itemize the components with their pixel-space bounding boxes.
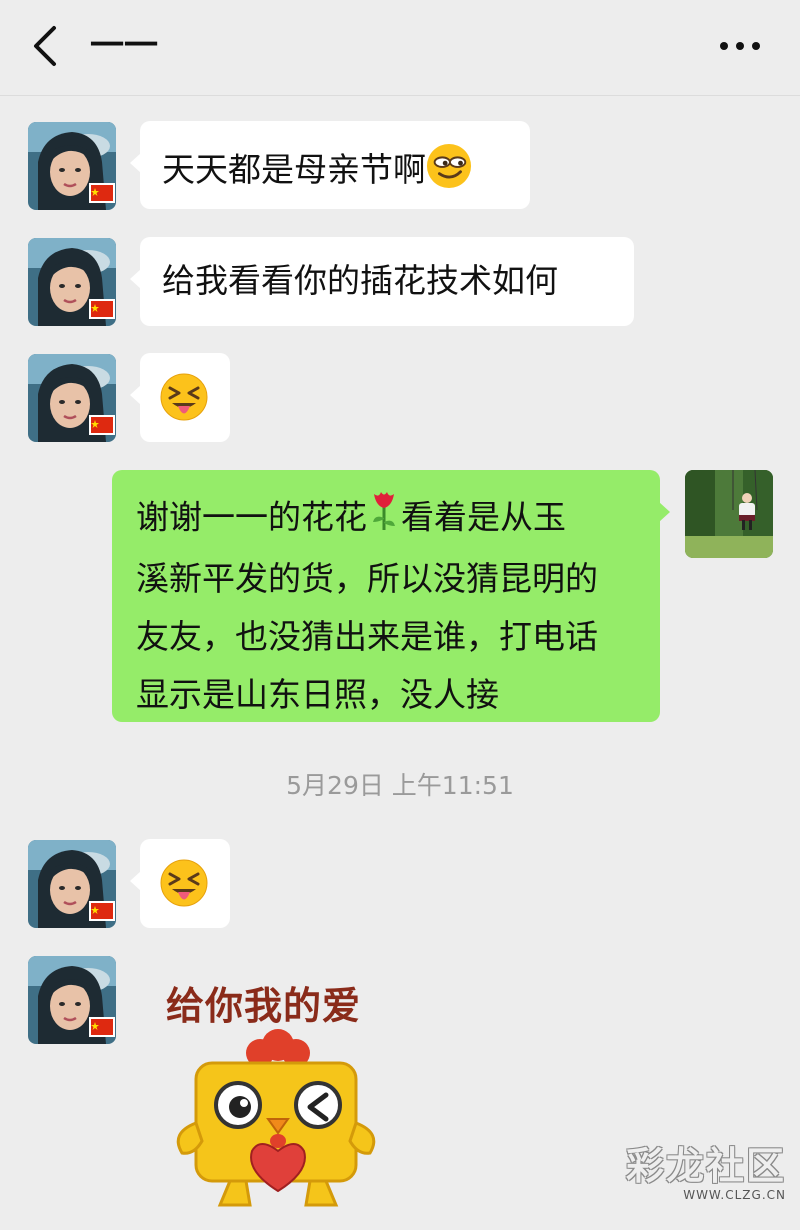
message-text-line: 显示是山东日照，没人接 [136, 675, 499, 714]
squinting-tongue-emoji [159, 372, 209, 422]
message-bubble-incoming[interactable] [130, 839, 230, 928]
contact-avatar[interactable] [28, 956, 116, 1044]
message-text-line: 友友，也没猜出来是谁，打电话 [136, 617, 598, 656]
squinting-tongue-emoji [159, 858, 209, 908]
contact-avatar[interactable] [28, 840, 116, 928]
watermark: 彩龙社区 WWW.CLZG.CN [626, 1135, 786, 1202]
grinning-smirk-emoji [426, 143, 472, 200]
message-bubble-incoming[interactable] [130, 353, 230, 442]
message-text-line: 溪新平发的货，所以没猜昆明的 [136, 559, 598, 598]
message-text: 给我看看你的插花技术如何 [162, 261, 558, 300]
my-avatar[interactable] [685, 470, 773, 558]
message-text-line: 谢谢一一的花花 [136, 497, 367, 537]
sticker-message[interactable]: 给你我的爱 [160, 975, 400, 1215]
message-text: 天天都是母亲节啊 [162, 150, 426, 189]
watermark-url: WWW.CLZG.CN [683, 1188, 786, 1202]
back-button[interactable] [24, 20, 68, 72]
timestamp: 5月29日 上午11:51 [286, 771, 514, 800]
rose-emoji [367, 488, 401, 550]
contact-avatar[interactable] [28, 122, 116, 210]
message-text-line: 看着是从玉 [401, 497, 566, 537]
chick-winking-heart-sticker [176, 1029, 376, 1207]
chat-title: 一一 [90, 26, 158, 66]
message-bubble-incoming[interactable]: 天天都是母亲节啊 [130, 121, 530, 209]
message-bubble-incoming[interactable]: 给我看看你的插花技术如何 [130, 237, 634, 326]
contact-avatar[interactable] [28, 354, 116, 442]
message-bubble-outgoing[interactable]: 谢谢一一的花花 看着是从玉 溪新平发的货，所以没猜昆明的 友友，也没猜出来是谁，… [112, 470, 670, 722]
chat-header: 一一 [0, 0, 800, 96]
contact-avatar[interactable] [28, 238, 116, 326]
more-options-button[interactable] [716, 30, 764, 62]
sticker-caption: 给你我的爱 [166, 984, 362, 1028]
watermark-logo: 彩龙社区 [625, 1143, 786, 1188]
more-horizontal-icon [720, 42, 760, 50]
chevron-left-icon [34, 26, 56, 66]
